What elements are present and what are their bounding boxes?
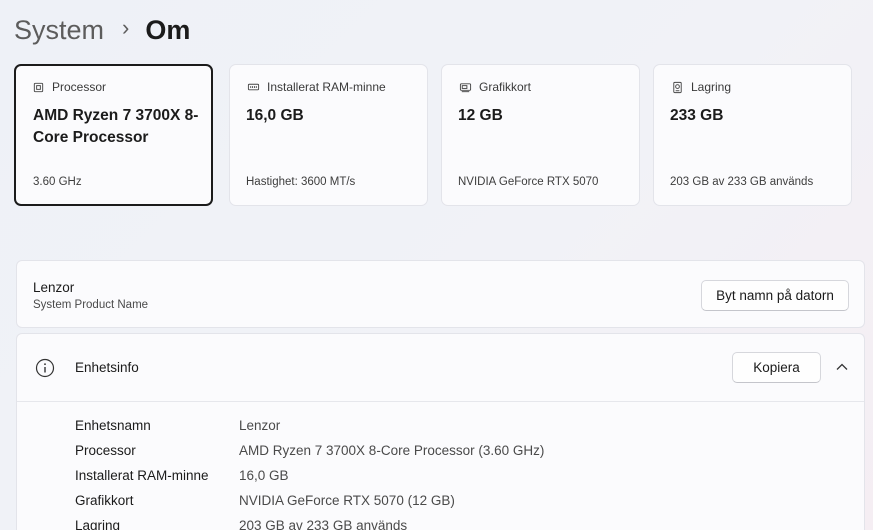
card-label: Lagring <box>691 80 732 94</box>
device-name-panel: Lenzor System Product Name Byt namn på d… <box>16 260 865 328</box>
chevron-right-icon: › <box>122 15 130 40</box>
info-label: Installerat RAM-minne <box>75 468 209 483</box>
breadcrumb: System › Om <box>14 10 190 50</box>
ram-icon <box>246 80 260 94</box>
card-label: Processor <box>52 80 107 94</box>
info-value: NVIDIA GeForce RTX 5070 (12 GB) <box>239 493 455 508</box>
info-value: Lenzor <box>239 418 281 433</box>
spec-card-storage[interactable]: Lagring 233 GB 203 GB av 233 GB används <box>653 64 852 206</box>
info-label: Grafikkort <box>75 493 134 508</box>
info-row: Installerat RAM-minne 16,0 GB <box>75 463 544 488</box>
card-subtext: NVIDIA GeForce RTX 5070 <box>458 176 599 188</box>
spec-card-processor[interactable]: Processor AMD Ryzen 7 3700X 8-Core Proce… <box>14 64 213 206</box>
info-value: AMD Ryzen 7 3700X 8-Core Processor (3.60… <box>239 443 545 458</box>
info-label: Enhetsnamn <box>75 418 151 433</box>
rename-pc-button[interactable]: Byt namn på datorn <box>701 280 849 311</box>
card-subtext: 3.60 GHz <box>33 176 82 188</box>
device-info-header[interactable]: Enhetsinfo Kopiera <box>17 334 864 402</box>
info-label: Lagring <box>75 518 121 530</box>
info-row: Enhetsnamn Lenzor <box>75 413 544 438</box>
info-icon <box>35 358 55 378</box>
device-info-panel: Enhetsinfo Kopiera Enhetsnamn Lenzor Pro… <box>16 333 865 530</box>
info-row: Processor AMD Ryzen 7 3700X 8-Core Proce… <box>75 438 544 463</box>
card-value: AMD Ryzen 7 3700X 8-Core Processor <box>33 107 199 146</box>
card-value: 16,0 GB <box>246 107 304 124</box>
device-name: Lenzor <box>33 280 75 295</box>
info-label: Processor <box>75 443 136 458</box>
device-product-name: System Product Name <box>33 299 149 311</box>
processor-icon <box>31 80 45 94</box>
card-label: Grafikkort <box>479 80 532 94</box>
info-value: 203 GB av 233 GB används <box>239 518 408 530</box>
card-subtext: Hastighet: 3600 MT/s <box>246 176 356 188</box>
card-value: 12 GB <box>458 107 503 124</box>
copy-button[interactable]: Kopiera <box>732 352 821 383</box>
card-label: Installerat RAM-minne <box>267 80 386 94</box>
device-info-title: Enhetsinfo <box>75 360 139 375</box>
card-subtext: 203 GB av 233 GB används <box>670 176 814 188</box>
chevron-up-icon[interactable] <box>834 359 850 375</box>
info-row: Grafikkort NVIDIA GeForce RTX 5070 (12 G… <box>75 488 544 513</box>
storage-icon <box>670 80 684 94</box>
info-value: 16,0 GB <box>239 468 289 483</box>
page-title: Om <box>145 14 191 45</box>
breadcrumb-system-link[interactable]: System <box>14 15 104 46</box>
spec-card-ram[interactable]: Installerat RAM-minne 16,0 GB Hastighet:… <box>229 64 428 206</box>
gpu-icon <box>458 80 472 94</box>
card-value: 233 GB <box>670 107 724 124</box>
info-row: Lagring 203 GB av 233 GB används <box>75 513 544 530</box>
device-info-table: Enhetsnamn Lenzor Processor AMD Ryzen 7 … <box>75 413 544 530</box>
spec-card-gpu[interactable]: Grafikkort 12 GB NVIDIA GeForce RTX 5070 <box>441 64 640 206</box>
